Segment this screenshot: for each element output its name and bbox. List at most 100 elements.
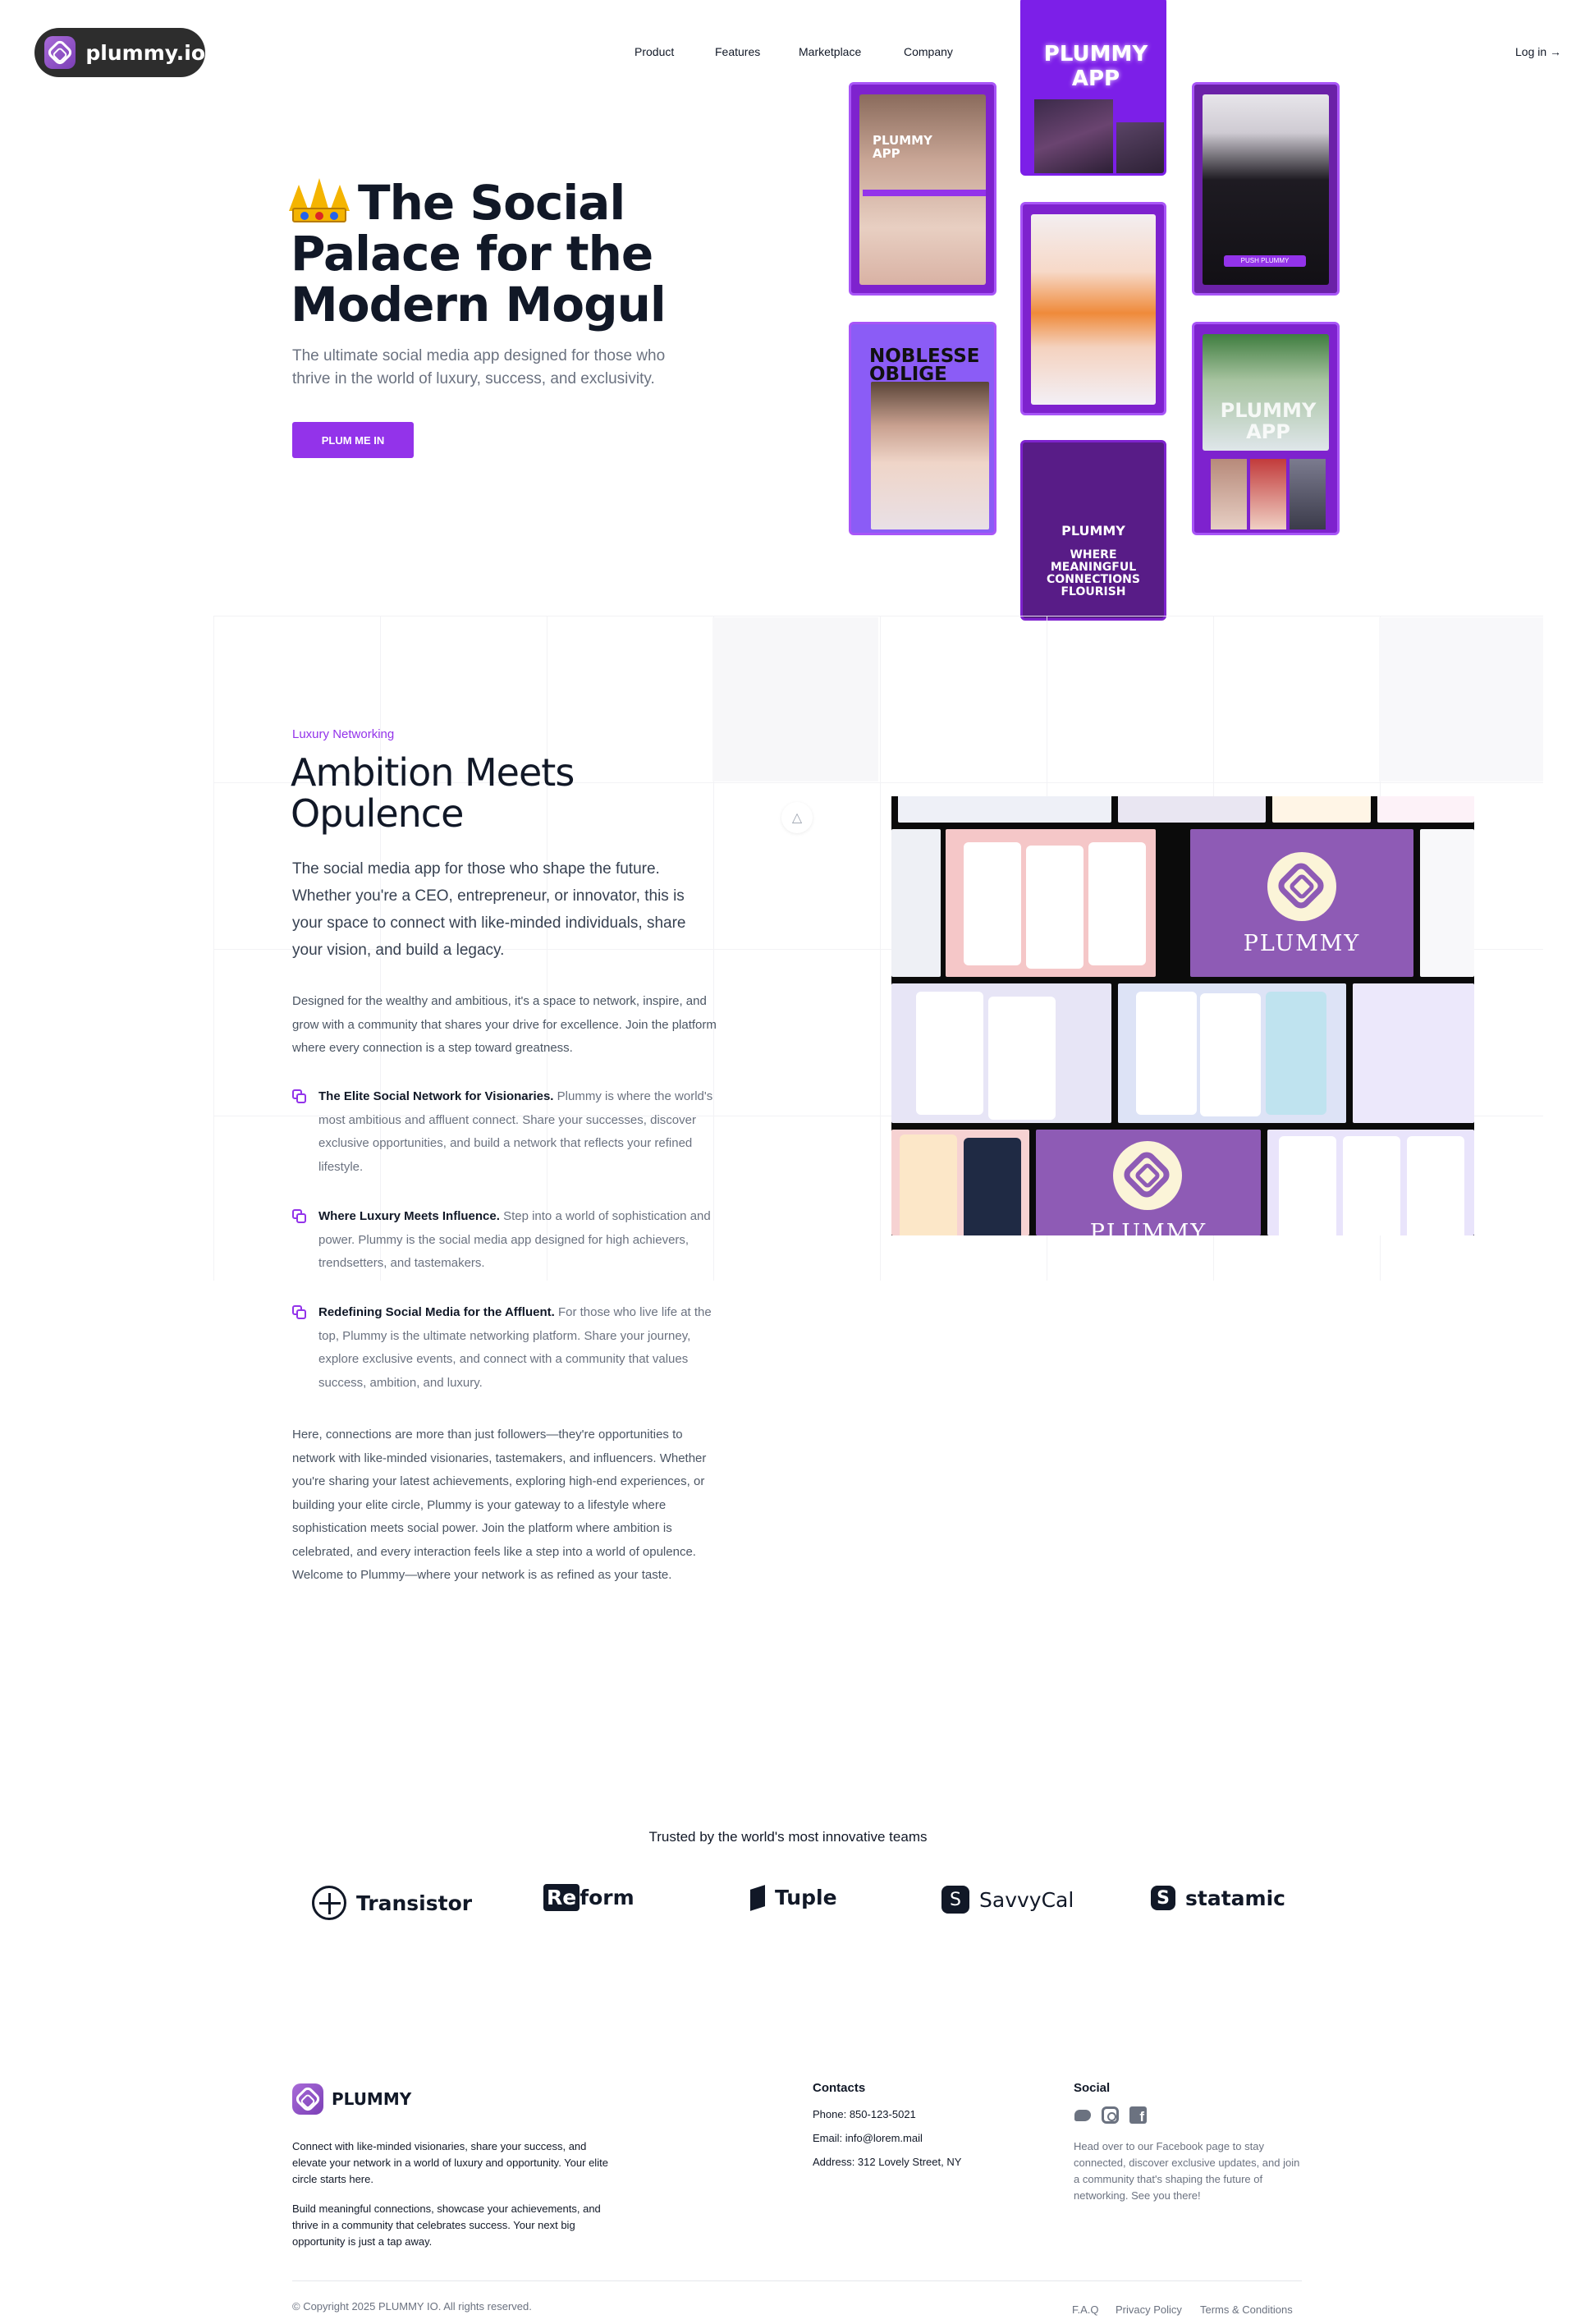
- plummy-logo-icon: [292, 2083, 323, 2115]
- copy-icon: [292, 1089, 307, 1104]
- card-caption: PLUMMY APP: [873, 133, 932, 161]
- faq-link[interactable]: F.A.Q: [1072, 2303, 1099, 2316]
- footer-brand-name: PLUMMY: [332, 2089, 412, 2109]
- feature-title: Where Luxury Meets Influence.: [318, 1209, 500, 1223]
- app-card-basketball: [1020, 202, 1166, 415]
- tuple-logo: Tuple: [750, 1884, 837, 1911]
- plummy-logo-icon: [44, 36, 76, 69]
- app-card-garden: PLUMMY APP: [1192, 322, 1340, 535]
- screen-tile: [891, 829, 941, 977]
- copy-icon: [292, 1209, 307, 1224]
- screen-tile: [946, 829, 1156, 977]
- social-heading: Social: [1074, 2081, 1111, 2095]
- screen-tile: [1377, 796, 1474, 823]
- footer-paragraph: Connect with like-minded visionaries, sh…: [292, 2140, 608, 2185]
- grid-cell-highlight: [712, 617, 878, 782]
- facebook-icon[interactable]: [1129, 2106, 1147, 2125]
- screen-tile: [1267, 1130, 1474, 1235]
- grid-cell-highlight: [1379, 617, 1543, 782]
- card-caption-top: PLUMMY: [1061, 523, 1125, 539]
- noblesse-photo: [871, 382, 989, 529]
- screen-tile: [1272, 796, 1371, 823]
- movie-thumb-photo: [1116, 122, 1164, 173]
- card-caption-bottom: WHERE MEANINGFUL CONNECTIONS FLOURISH: [1047, 548, 1140, 598]
- card-caption: PLUMMY APP: [1043, 42, 1148, 91]
- plummy-logo-icon: [1267, 852, 1336, 921]
- nav-marketplace[interactable]: Marketplace: [799, 45, 904, 58]
- garden-thumb-photo-1: [1211, 459, 1247, 529]
- plummy-logo-icon: [1113, 1141, 1182, 1210]
- instagram-icon[interactable]: [1102, 2106, 1119, 2124]
- app-card-portrait-1: PLUMMY APP: [849, 82, 996, 296]
- screen-tile: [1118, 983, 1346, 1123]
- plummy-brand-tile: PLUMMY: [1036, 1130, 1261, 1235]
- card-caption: NOBLESSE OBLIGE: [869, 346, 980, 385]
- terms-link[interactable]: Terms & Conditions: [1200, 2303, 1293, 2316]
- reform-logo: Re form: [543, 1884, 635, 1911]
- social-icons: [1074, 2106, 1147, 2125]
- push-plummy-chip: PUSH PLUMMY: [1224, 255, 1306, 267]
- contact-phone[interactable]: Phone: 850-123-5021: [813, 2108, 916, 2120]
- savvycal-icon: S: [941, 1886, 969, 1914]
- brand-logos: Transistor Re form Tuple S SavvyCal Sstata…: [312, 1884, 1297, 1922]
- plum-me-in-button[interactable]: PLUM ME IN: [292, 422, 414, 458]
- feature-item: Redefining Social Media for the Affluent…: [292, 1301, 719, 1395]
- section-eyebrow: Luxury Networking: [292, 727, 395, 741]
- app-card-tagline: PLUMMY WHERE MEANINGFUL CONNECTIONS FLOU…: [1020, 440, 1166, 621]
- copy-icon: [292, 1305, 307, 1320]
- crown-icon: [289, 178, 350, 222]
- social-text: Head over to our Facebook page to stay c…: [1074, 2140, 1300, 2202]
- screen-tile: [891, 1130, 1029, 1235]
- feature-title: Redefining Social Media for the Affluent…: [318, 1305, 555, 1319]
- hero-subtitle: The ultimate social media app designed f…: [292, 347, 666, 387]
- footer-divider: [292, 2280, 1302, 2281]
- feature-item: Where Luxury Meets Influence. Step into …: [292, 1205, 719, 1276]
- section-lead: The social media app for those who shape…: [292, 860, 686, 959]
- feature-item: The Elite Social Network for Visionaries…: [292, 1085, 719, 1179]
- trusted-heading: Trusted by the world's most innovative t…: [648, 1829, 928, 1845]
- section-intro: Designed for the wealthy and ambitious, …: [292, 994, 717, 1055]
- transistor-icon: [312, 1886, 346, 1920]
- screen-tile: [1353, 983, 1474, 1123]
- savvycal-logo: S SavvyCal: [941, 1886, 1074, 1914]
- garden-thumb-photo-2: [1250, 459, 1286, 529]
- twitter-icon[interactable]: [1074, 2106, 1091, 2124]
- mountain-icon: △: [781, 802, 813, 833]
- footer-logo[interactable]: PLUMMY: [292, 2083, 411, 2115]
- plummy-brand-tile: PLUMMY: [1190, 829, 1413, 977]
- screen-tile: [1118, 796, 1266, 823]
- plummy-wordmark: PLUMMY: [1243, 931, 1361, 956]
- garden-thumb-photo-3: [1290, 459, 1326, 529]
- basketball-photo: [1031, 214, 1156, 405]
- login-link[interactable]: Log in →: [1515, 45, 1561, 58]
- section-title: Ambition Meets Opulence: [291, 750, 575, 836]
- hero-title: The Social Palace for the Modern Mogul: [289, 177, 717, 330]
- screen-tile: [891, 983, 1111, 1123]
- contact-email[interactable]: Email: info@lorem.mail: [813, 2132, 923, 2144]
- screen-tile: [898, 796, 1111, 823]
- contact-address: Address: 312 Lovely Street, NY: [813, 2156, 962, 2168]
- app-card-noblesse: NOBLESSE OBLIGE: [849, 322, 996, 535]
- nav-features[interactable]: Features: [715, 45, 799, 58]
- screen-tile: [1420, 829, 1474, 977]
- section-closing: Here, connections are more than just fol…: [292, 1428, 707, 1582]
- transistor-logo: Transistor: [312, 1886, 472, 1920]
- statamic-icon: S: [1151, 1886, 1175, 1910]
- nav-product[interactable]: Product: [635, 45, 715, 58]
- brand-name: plummy.io: [85, 40, 205, 65]
- app-card-suit: PUSH PLUMMY: [1192, 82, 1340, 296]
- contacts-heading: Contacts: [813, 2081, 866, 2095]
- app-card-movie: PLUMMY APP: [1020, 0, 1166, 176]
- brand-logo[interactable]: plummy.io: [34, 28, 205, 77]
- statamic-logo: Sstatamic: [1151, 1886, 1285, 1910]
- card-caption: PLUMMY APP: [1220, 399, 1317, 443]
- copyright: © Copyright 2025 PLUMMY IO. All rights r…: [292, 2300, 532, 2313]
- privacy-policy-link[interactable]: Privacy Policy: [1116, 2303, 1182, 2316]
- nav-company[interactable]: Company: [904, 45, 986, 58]
- plummy-wordmark: PLUMMY: [1089, 1220, 1207, 1235]
- footer-paragraph: Build meaningful connections, showcase y…: [292, 2203, 601, 2248]
- tuple-icon: [750, 1884, 765, 1911]
- main-nav: Product Features Marketplace Company: [635, 45, 986, 58]
- feature-title: The Elite Social Network for Visionaries…: [318, 1089, 554, 1103]
- movie-poster-photo: [1034, 99, 1113, 173]
